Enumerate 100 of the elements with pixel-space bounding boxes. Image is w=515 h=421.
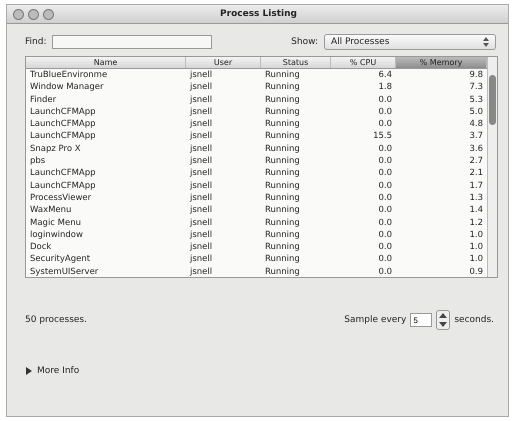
table-cell-text: jsnell <box>188 253 214 266</box>
column-header[interactable]: % Memory <box>396 57 487 68</box>
table-cell-text: Running <box>264 180 301 192</box>
more-info-label: More Info <box>37 366 80 376</box>
table-cell-text: Running <box>264 106 301 118</box>
table-cell-text: Running <box>264 216 301 229</box>
table-cell-text: jsnell <box>188 106 214 118</box>
dropdown-arrows-icon <box>480 35 492 49</box>
table-cell-text: 1.3 <box>468 192 484 204</box>
zoom-icon[interactable] <box>43 8 54 20</box>
table-cell-text: Running <box>264 130 301 143</box>
table-cell-text: 15.5 <box>372 130 393 143</box>
table-cell-text: LaunchCFMApp <box>29 106 97 118</box>
table-cell-text: 0.0 <box>377 155 393 168</box>
table-cell-text: 7.3 <box>468 81 484 94</box>
table-cell-text: 1.2 <box>468 216 484 229</box>
table-cell-text: jsnell <box>188 142 214 156</box>
table-cell-text: 0.0 <box>377 204 393 217</box>
table-cell-text: jsnell <box>188 130 214 143</box>
column-header[interactable]: Name <box>26 57 186 68</box>
table-cell-text: Snapz Pro X <box>29 142 82 156</box>
stepper[interactable] <box>436 310 450 330</box>
table-cell-text: 1.7 <box>468 180 484 192</box>
process-count: 50 processes. <box>25 315 87 325</box>
table-cell-text: LaunchCFMApp <box>29 130 97 143</box>
table-cell-text: jsnell <box>188 266 214 277</box>
table-cell-text: 0.0 <box>377 94 393 106</box>
table-cell-text: 0.0 <box>377 167 393 180</box>
table-cell-text: TruBlueEnvironme <box>29 69 108 82</box>
table-cell-text: Running <box>264 204 301 217</box>
interval-field[interactable]: 5 <box>410 313 432 327</box>
table-cell-text: 1.0 <box>468 228 484 242</box>
table-cell-text: SystemUIServer <box>29 266 100 277</box>
table-cell-text: jsnell <box>188 69 214 82</box>
table-cell-text: jsnell <box>188 192 214 204</box>
up-arrow-icon <box>437 311 450 320</box>
table-cell-text: 0.0 <box>377 118 393 130</box>
table-cell-text: jsnell <box>188 155 214 168</box>
table-cell-text: 0.0 <box>377 180 393 192</box>
table-cell-text: 1.0 <box>468 241 484 254</box>
table-cell-text: 4.8 <box>468 118 484 130</box>
table-cell-text: 9.8 <box>468 69 484 82</box>
scroll-bar[interactable] <box>487 57 497 277</box>
table-cell-text: 0.0 <box>377 241 393 254</box>
table-cell-text: 2.1 <box>468 167 484 180</box>
table-cell-text: Running <box>264 228 301 242</box>
table-cell-text: Running <box>264 142 301 156</box>
down-arrow-icon <box>437 320 450 329</box>
table-cell-text: jsnell <box>188 204 214 217</box>
disclosure-triangle-icon[interactable] <box>25 367 33 375</box>
table-cell-text: Running <box>264 155 301 168</box>
table-cell-text: WaxMenu <box>29 204 72 217</box>
table-cell-text: Running <box>264 253 301 266</box>
table-cell-text: 1.0 <box>468 253 484 266</box>
table-cell-text: jsnell <box>188 241 214 254</box>
table-cell-text: Running <box>264 266 301 277</box>
table-cell-text: pbs <box>29 155 46 168</box>
table-cell-text: Dock <box>29 241 52 254</box>
close-icon[interactable] <box>13 8 24 20</box>
table-cell-text: 2.7 <box>468 155 484 168</box>
table-cell-text: Running <box>264 94 301 106</box>
column-header[interactable]: Status <box>261 57 331 68</box>
table-cell-text: 5.3 <box>468 94 484 106</box>
table-cell-text: Running <box>264 241 301 254</box>
table-cell-text: Running <box>264 81 301 94</box>
table-cell-text: 0.9 <box>468 266 484 277</box>
table-cell-text: Magic Menu <box>29 216 82 229</box>
minimize-icon[interactable] <box>28 8 39 20</box>
table-cell-text: LaunchCFMApp <box>29 180 97 192</box>
table-cell-text: ProcessViewer <box>29 192 92 204</box>
scroll-thumb[interactable] <box>489 75 496 125</box>
table-cell-text: loginwindow <box>29 228 84 242</box>
find-label: Find: <box>25 37 46 47</box>
table-cell-text: 5.0 <box>468 106 484 118</box>
table-cell-text: 1.8 <box>377 81 393 94</box>
table-cell-text: jsnell <box>188 180 214 192</box>
table-cell-text: jsnell <box>188 118 214 130</box>
table-cell-text: 0.0 <box>377 192 393 204</box>
table-cell-text: 1.4 <box>468 204 484 217</box>
table-cell-text: 6.4 <box>377 69 393 82</box>
table-cell-text: 3.6 <box>468 142 484 156</box>
table-cell-text: 0.0 <box>377 106 393 118</box>
column-header[interactable]: User <box>186 57 261 68</box>
table-cell-text: 0.0 <box>377 228 393 242</box>
table-cell-text: Finder <box>29 94 58 106</box>
table-cell-text: 3.7 <box>468 130 484 143</box>
window-title: Process Listing <box>219 9 298 19</box>
table-cell-text: jsnell <box>188 216 214 229</box>
seconds-label: seconds. <box>454 315 494 325</box>
table-cell-text: SecurityAgent <box>29 253 92 266</box>
table-cell-text: Running <box>264 167 301 180</box>
find-field[interactable] <box>52 35 212 49</box>
table-cell-text: LaunchCFMApp <box>29 118 97 130</box>
table-cell-text: Running <box>264 192 301 204</box>
table-cell-text: 0.0 <box>377 142 393 156</box>
show-dropdown[interactable]: All Processes <box>324 34 496 50</box>
table-cell-text: Running <box>264 118 301 130</box>
table-cell-text: jsnell <box>188 94 214 106</box>
table-cell-text: jsnell <box>188 81 214 94</box>
table-cell-text: LaunchCFMApp <box>29 167 97 180</box>
